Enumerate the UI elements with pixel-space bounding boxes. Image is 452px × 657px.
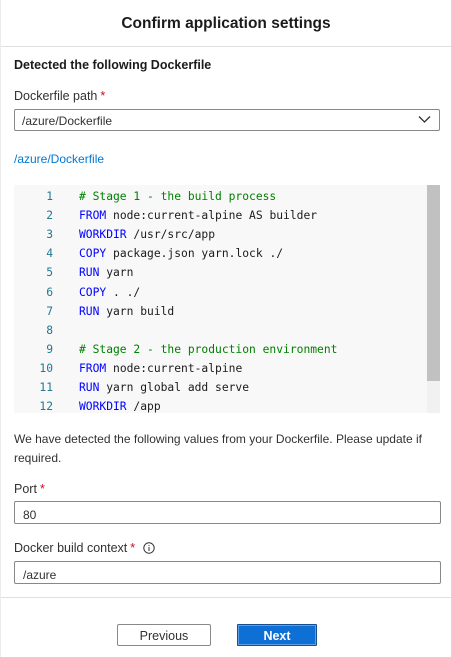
- code-keyword: COPY: [79, 285, 107, 299]
- code-keyword: RUN: [79, 381, 100, 394]
- code-argument: yarn build: [99, 304, 175, 318]
- build-context-label: Docker build context *: [14, 541, 155, 555]
- code-text: COPY . ./: [79, 283, 140, 302]
- code-text: # Stage 2 - the production environment: [79, 340, 337, 359]
- code-keyword: RUN: [79, 266, 100, 280]
- port-input[interactable]: [14, 501, 441, 524]
- required-mark: *: [39, 482, 45, 496]
- code-text: RUN yarn global add serve: [79, 378, 249, 397]
- code-keyword: FROM: [79, 361, 107, 375]
- code-keyword: WORKDIR: [79, 400, 127, 413]
- dockerfile-code-view[interactable]: 1 # Stage 1 - the build process 2 FROM node…: [14, 185, 440, 413]
- detected-values-description: We have detected the following values fr…: [14, 432, 422, 465]
- line-number: 3: [46, 228, 53, 242]
- line-number: 2: [46, 209, 53, 223]
- code-text: FROM node:current-alpine AS builder: [79, 206, 317, 225]
- code-text: # Stage 1 - the build process: [79, 187, 276, 206]
- code-text: RUN yarn build: [79, 302, 174, 321]
- code-argument: /app: [126, 400, 161, 413]
- required-mark: *: [100, 89, 106, 103]
- chevron-down-icon: [418, 116, 431, 123]
- code-keyword: FROM: [79, 209, 107, 223]
- code-scrollbar-thumb[interactable]: [427, 185, 440, 381]
- code-argument: . ./: [106, 285, 141, 299]
- line-number: 12: [39, 400, 53, 413]
- section-heading: Detected the following Dockerfile: [14, 58, 212, 72]
- code-keyword: COPY: [79, 247, 107, 261]
- line-number: 8: [46, 323, 53, 337]
- dockerfile-path-label: Dockerfile path *: [14, 89, 106, 103]
- code-argument: node:current-alpine AS builder: [106, 209, 318, 223]
- dialog-title: Confirm application settings: [121, 15, 331, 32]
- build-context-input[interactable]: [14, 561, 441, 584]
- code-keyword: RUN: [79, 304, 100, 318]
- dockerfile-path-selected-value: /azure/Dockerfile: [22, 114, 113, 128]
- line-number: 7: [46, 304, 53, 318]
- next-button[interactable]: Next: [237, 624, 317, 646]
- code-text: WORKDIR /app: [79, 397, 161, 413]
- code-scrollbar-track[interactable]: [427, 185, 440, 413]
- line-number: 9: [46, 342, 53, 356]
- footer-divider: [1, 597, 451, 598]
- line-number: 1: [46, 190, 53, 203]
- code-argument: yarn: [99, 266, 134, 280]
- title-divider: [1, 46, 451, 47]
- code-text: WORKDIR /usr/src/app: [79, 225, 215, 244]
- code-argument: yarn global add serve: [99, 381, 250, 394]
- line-number: 10: [39, 361, 53, 375]
- code-comment: # Stage 1 - the build process: [79, 190, 277, 203]
- code-argument: package.json yarn.lock ./: [106, 247, 284, 261]
- code-argument: node:current-alpine: [106, 361, 243, 375]
- code-text: COPY package.json yarn.lock ./: [79, 244, 283, 263]
- code-comment: # Stage 2 - the production environment: [79, 342, 338, 356]
- code-keyword: WORKDIR: [79, 228, 127, 242]
- required-mark: *: [130, 541, 136, 555]
- line-number: 6: [46, 285, 53, 299]
- dockerfile-path-dropdown[interactable]: /azure/Dockerfile: [14, 109, 440, 131]
- code-argument: /usr/src/app: [126, 228, 216, 242]
- previous-button[interactable]: Previous: [117, 624, 211, 646]
- code-text: RUN yarn: [79, 263, 133, 282]
- dialog-panel: Confirm application settings Detected th…: [0, 0, 452, 657]
- code-text: FROM node:current-alpine: [79, 359, 242, 378]
- line-number: 11: [39, 381, 53, 394]
- line-number: 5: [46, 266, 53, 280]
- dockerfile-link[interactable]: /azure/Dockerfile: [14, 152, 104, 166]
- port-label: Port *: [14, 482, 45, 496]
- info-icon[interactable]: [143, 542, 155, 554]
- line-number: 4: [46, 247, 53, 261]
